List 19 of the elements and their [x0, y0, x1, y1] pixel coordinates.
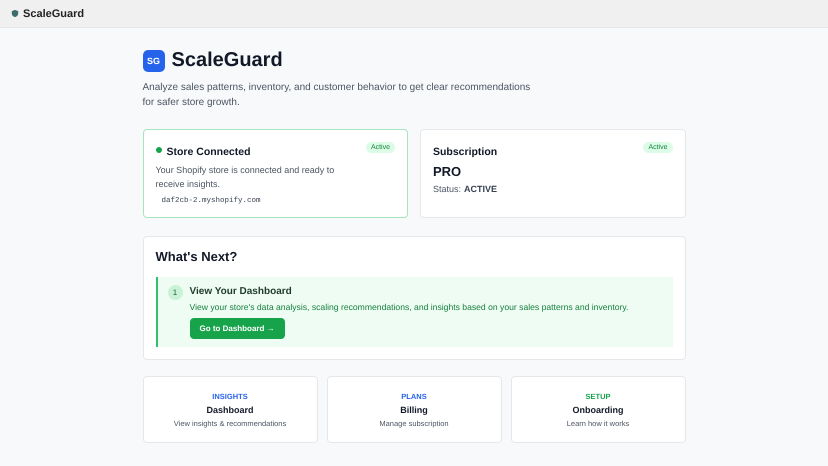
link-title: Billing [400, 404, 428, 414]
step-text: View your store's data analysis, scaling recommendations, and insights based on your sales patterns and inventory. [190, 302, 628, 312]
step-title: View Your Dashboard [190, 286, 293, 297]
card-title: Store Connected [166, 146, 251, 158]
card-text: Your Shopify store is connected and ready to receive insights. [156, 164, 336, 191]
card-title: Subscription [433, 146, 498, 158]
step-number: 1 [168, 285, 182, 300]
status-value: ACTIVE [464, 184, 498, 194]
page-subtitle: Analyze sales patterns, inventory, and customer behavior to get clear recommendations for safer store growth. [142, 81, 532, 110]
link-title: Dashboard [206, 404, 254, 414]
app-name: ScaleGuard [23, 8, 84, 20]
status-dot [156, 147, 162, 153]
page-title: ScaleGuard [172, 49, 283, 72]
plan-name: PRO [433, 164, 462, 179]
status-label: Status: [433, 184, 462, 194]
shield-icon [11, 9, 19, 18]
logo: SG [142, 50, 164, 72]
link-title: Onboarding [572, 404, 624, 414]
section-title: What's Next? [156, 249, 238, 264]
